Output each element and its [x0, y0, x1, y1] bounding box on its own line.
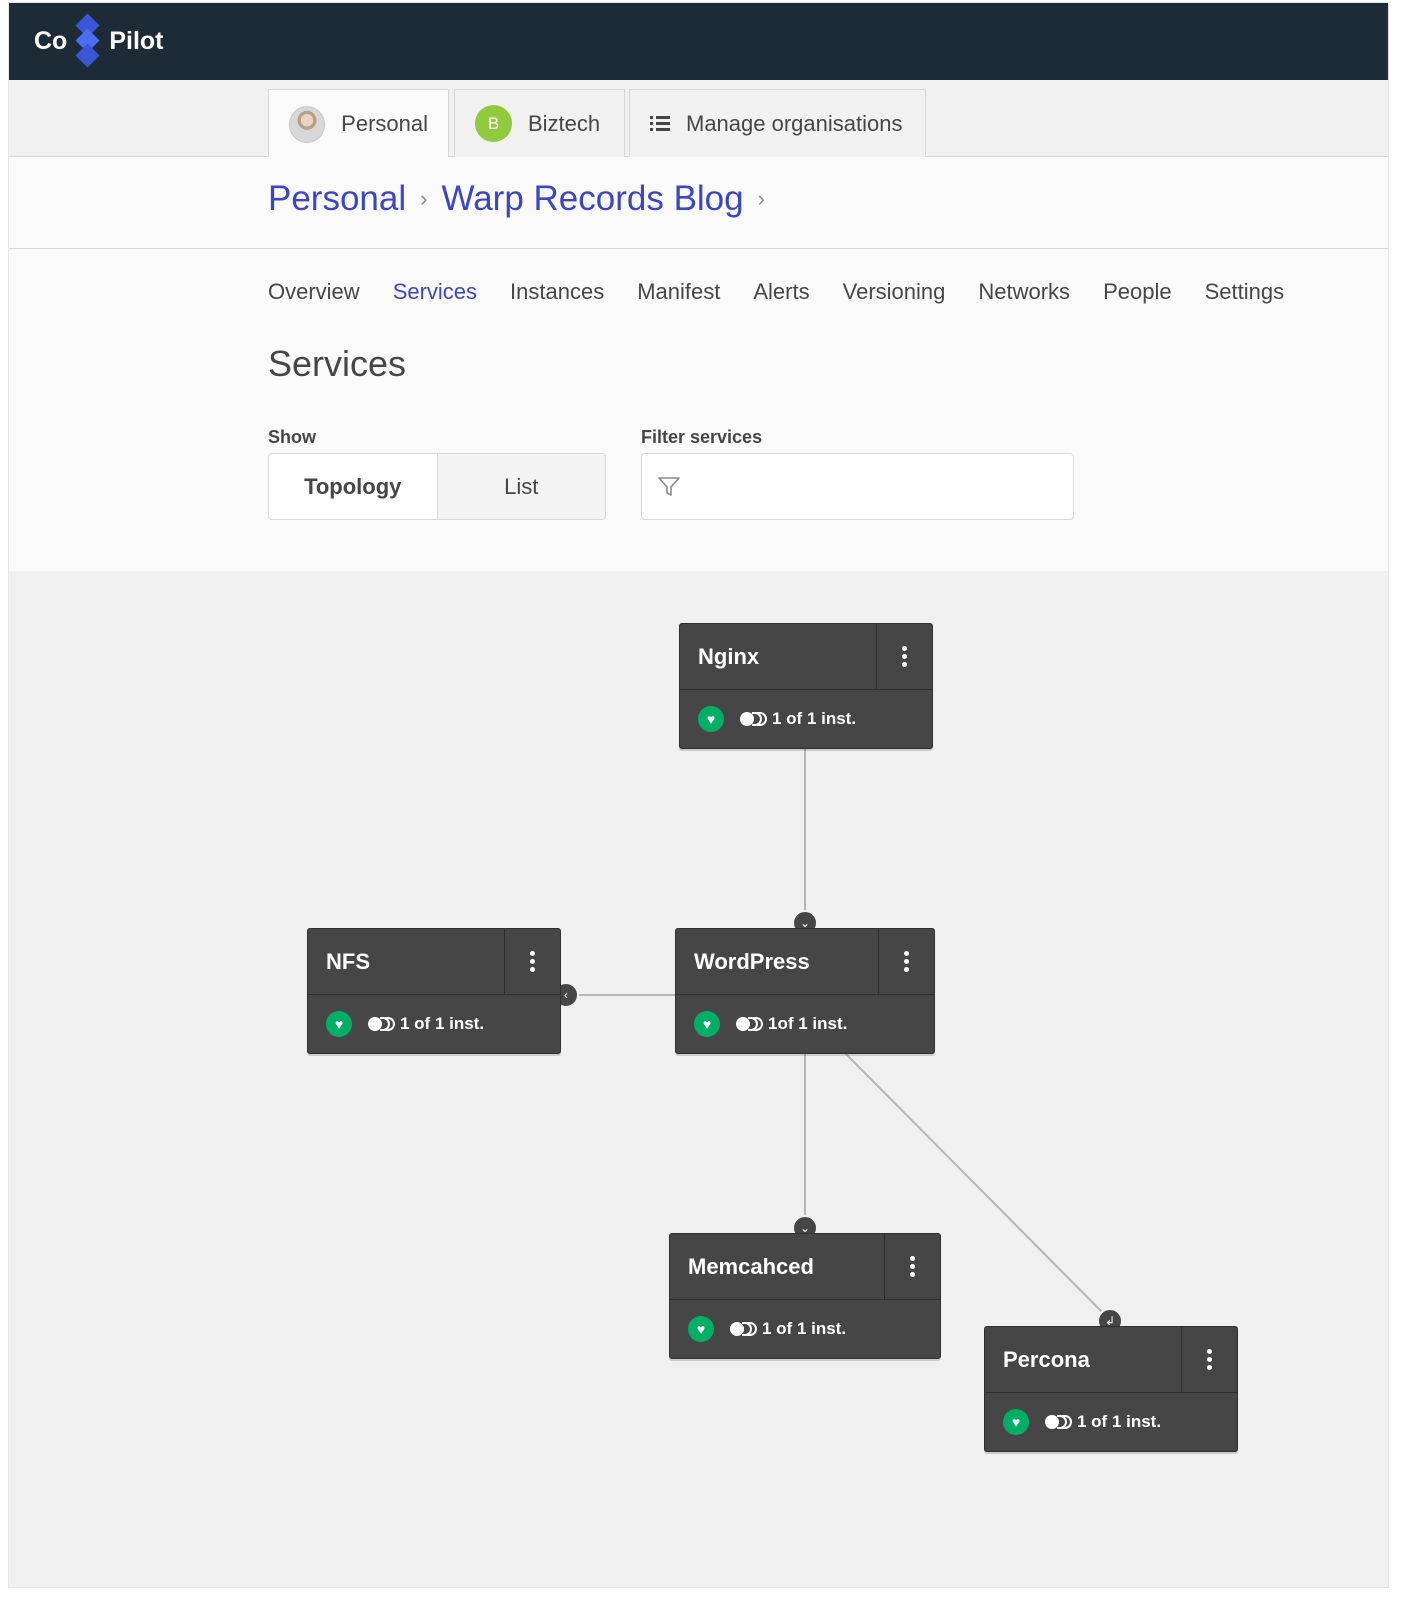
nav-people[interactable]: People [1103, 279, 1172, 305]
heart-icon: ♥ [1003, 1409, 1029, 1435]
nav-networks[interactable]: Networks [978, 279, 1070, 305]
nav-overview[interactable]: Overview [268, 279, 360, 305]
service-node-memcached[interactable]: Memcahced ♥ 1 of 1 inst. [669, 1233, 941, 1359]
service-name: Nginx [698, 644, 760, 669]
chevron-right-icon: › [757, 186, 765, 211]
org-tab-biztech[interactable]: B Biztech [454, 89, 625, 157]
instances-icon [730, 1322, 757, 1336]
breadcrumb: Personal › Warp Records Blog › [268, 179, 779, 219]
topology-toggle-button[interactable]: Topology [269, 454, 438, 519]
org-tab-label: Biztech [528, 110, 601, 136]
nav-instances[interactable]: Instances [510, 279, 604, 305]
service-name: NFS [326, 949, 370, 974]
list-icon [650, 115, 670, 132]
logo-mark-icon [71, 12, 105, 70]
copilot-logo[interactable]: Co Pilot [34, 13, 164, 69]
node-header: Nginx [680, 624, 932, 690]
avatar [289, 105, 326, 143]
service-node-nginx[interactable]: Nginx ♥ 1 of 1 inst. [679, 623, 933, 749]
filter-label: Filter services [641, 427, 763, 447]
section-nav: Overview Services Instances Manifest Ale… [268, 279, 1317, 305]
node-header: NFS [308, 929, 560, 995]
service-name: WordPress [694, 949, 810, 974]
node-status: ♥ 1of 1 inst. [694, 1010, 847, 1038]
logo-text-left: Co [34, 26, 68, 55]
chevron-right-icon: › [420, 186, 428, 211]
service-name: Percona [1003, 1347, 1090, 1372]
topology-canvas: ⌄ ‹ ⌄ ↲ Nginx ♥ 1 of 1 inst. NFS ♥ 1 of … [9, 571, 1388, 1587]
manage-organisations-tab[interactable]: Manage organisations [629, 89, 926, 157]
org-tab-label: Manage organisations [686, 110, 903, 136]
filter-services-input[interactable] [692, 454, 1062, 519]
filter-field[interactable] [641, 453, 1074, 520]
app-frame: Co Pilot Personal B Biztech Manage organ… [8, 2, 1389, 1588]
nav-alerts[interactable]: Alerts [753, 279, 809, 305]
node-status: ♥ 1 of 1 inst. [698, 705, 856, 733]
heart-icon: ♥ [688, 1316, 714, 1342]
heart-icon: ♥ [694, 1011, 720, 1037]
service-node-nfs[interactable]: NFS ♥ 1 of 1 inst. [307, 928, 561, 1054]
instance-count: 1 of 1 inst. [1077, 1412, 1162, 1431]
service-menu-button[interactable] [504, 929, 560, 995]
instance-count: 1 of 1 inst. [762, 1319, 847, 1338]
breadcrumb-project[interactable]: Warp Records Blog [441, 179, 743, 219]
view-toggle: Topology List [268, 453, 606, 520]
show-label: Show [268, 427, 316, 447]
node-status: ♥ 1 of 1 inst. [688, 1315, 846, 1343]
org-tab-label: Personal [341, 111, 428, 136]
service-name: Memcahced [688, 1254, 814, 1279]
filter-icon [658, 477, 680, 496]
breadcrumb-bar: Personal › Warp Records Blog › [9, 157, 1388, 249]
instances-icon [736, 1017, 763, 1031]
instances-icon [1045, 1415, 1072, 1429]
breadcrumb-personal[interactable]: Personal [268, 179, 406, 219]
node-status: ♥ 1 of 1 inst. [1003, 1408, 1161, 1436]
page-title: Services [268, 343, 407, 384]
service-menu-button[interactable] [876, 624, 932, 690]
instances-icon [368, 1017, 395, 1031]
list-toggle-button[interactable]: List [438, 454, 606, 519]
service-node-percona[interactable]: Percona ♥ 1 of 1 inst. [984, 1326, 1238, 1452]
nav-services[interactable]: Services [393, 279, 477, 305]
instance-count: 1of 1 inst. [768, 1014, 848, 1033]
node-header: WordPress [676, 929, 934, 995]
service-menu-button[interactable] [878, 929, 934, 995]
service-node-wordpress[interactable]: WordPress ♥ 1of 1 inst. [675, 928, 935, 1054]
nav-manifest[interactable]: Manifest [637, 279, 720, 305]
instance-count: 1 of 1 inst. [772, 709, 857, 728]
org-tabs-bar: Personal B Biztech Manage organisations [9, 80, 1388, 158]
instances-icon [740, 712, 767, 726]
node-header: Memcahced [670, 1234, 940, 1300]
node-header: Percona [985, 1327, 1237, 1393]
service-menu-button[interactable] [1181, 1327, 1237, 1393]
heart-icon: ♥ [698, 706, 724, 732]
org-tab-personal[interactable]: Personal [268, 89, 449, 158]
nav-versioning[interactable]: Versioning [843, 279, 946, 305]
heart-icon: ♥ [326, 1011, 352, 1037]
instance-count: 1 of 1 inst. [400, 1014, 485, 1033]
node-status: ♥ 1 of 1 inst. [326, 1010, 484, 1038]
logo-text-right: Pilot [109, 26, 164, 55]
nav-settings[interactable]: Settings [1205, 279, 1285, 305]
top-bar: Co Pilot [9, 3, 1388, 80]
service-menu-button[interactable] [884, 1234, 940, 1300]
org-badge: B [475, 105, 512, 142]
